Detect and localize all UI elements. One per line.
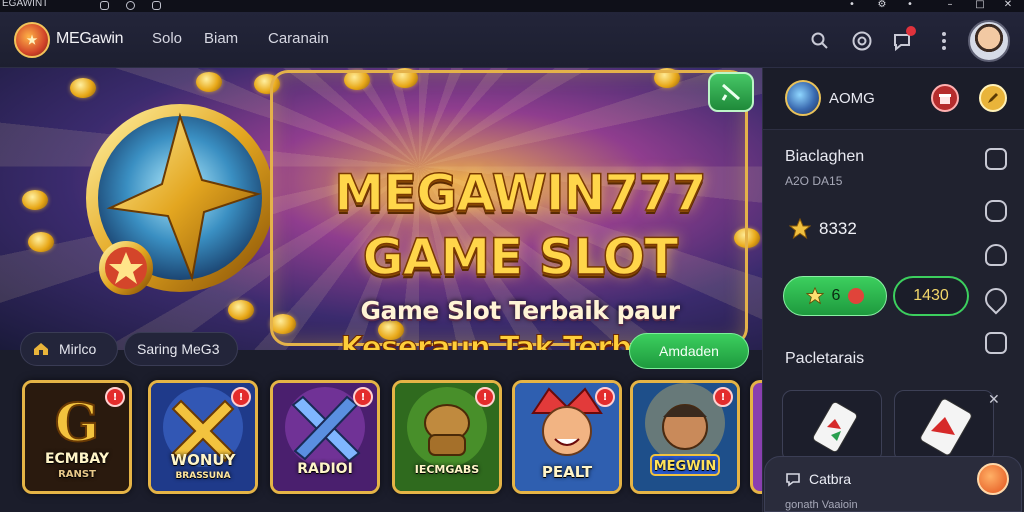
- coin-decoration: [228, 300, 254, 320]
- category-chip-label: Saring MeG3: [137, 341, 220, 357]
- star-icon: [805, 287, 824, 305]
- game-tile-partial[interactable]: [750, 380, 762, 494]
- nav-link-caranain[interactable]: Caranain: [268, 30, 329, 47]
- promo-corner-button[interactable]: [708, 72, 754, 112]
- cloud-icon[interactable]: [985, 244, 1007, 266]
- brand-logo[interactable]: ★: [14, 22, 50, 58]
- chat-subtitle: gonath Vaaioin: [785, 499, 858, 511]
- game-badge: !: [475, 387, 495, 407]
- category-chip-label: Mirlco: [59, 341, 97, 357]
- chat-send-button[interactable]: [977, 463, 1009, 495]
- chat-bubble-icon: [786, 473, 800, 487]
- panel-section-sub: A2O DA15: [785, 174, 843, 188]
- ticket-icon[interactable]: [985, 148, 1007, 170]
- game-tile[interactable]: G ECMBAY RANST !: [22, 380, 132, 494]
- stat-pill-outline[interactable]: 1430: [893, 276, 969, 316]
- game-tile-label: RADIOI: [297, 461, 353, 477]
- panel-header: AOMG: [763, 68, 1024, 130]
- points-row: 8332: [789, 218, 857, 240]
- coin-decoration: [70, 78, 96, 98]
- game-tile-label: IECMGABS: [414, 463, 480, 476]
- minimize-icon[interactable]: –: [940, 0, 960, 12]
- window-title: EGAWINT: [2, 0, 49, 9]
- card-art: [920, 398, 972, 456]
- stat-pill-green[interactable]: 6: [783, 276, 887, 316]
- window-notify-icon[interactable]: •: [900, 0, 920, 12]
- mini-card[interactable]: [782, 390, 882, 462]
- tab-icon[interactable]: [152, 1, 161, 10]
- hero-title-line1: MEGAWIN777: [334, 163, 708, 223]
- hero-subtitle-line1: Game Slot Terbaik paur: [360, 296, 680, 325]
- message-icon[interactable]: [985, 332, 1007, 354]
- gift-icon[interactable]: [931, 84, 959, 112]
- brand-name[interactable]: MEGawin: [56, 30, 124, 48]
- game-tile-label: MEGWIN: [653, 459, 717, 474]
- panel-section2-title: Pacletarais: [785, 350, 865, 367]
- panel-title: AOMG: [829, 90, 875, 107]
- window-settings-icon[interactable]: ⚙: [872, 0, 892, 12]
- mini-card[interactable]: [894, 390, 994, 462]
- maximize-icon[interactable]: □: [970, 0, 990, 12]
- hero-banner[interactable]: MEGAWIN777 GAME SLOT Game Slot Terbaik p…: [0, 68, 762, 350]
- panel-logo[interactable]: [785, 80, 821, 116]
- game-badge: !: [713, 387, 733, 407]
- window-dot-icon[interactable]: •: [842, 0, 862, 12]
- chat-title-text: Catbra: [809, 471, 852, 487]
- game-tile-sublabel: RANST: [58, 469, 96, 480]
- bell-icon[interactable]: [985, 200, 1007, 222]
- nav-link-biam[interactable]: Biam: [204, 30, 238, 47]
- category-chip-saring[interactable]: Saring MeG3: [124, 332, 238, 366]
- hero-title-line2: GAME SLOT: [362, 227, 679, 287]
- game-badge: !: [105, 387, 125, 407]
- window-titlebar: EGAWINT • ⚙ • – □ ✕: [0, 0, 1024, 12]
- game-tile-label: PEALT: [541, 463, 593, 481]
- svg-text:G: G: [55, 393, 99, 454]
- top-navbar: ★ MEGawin Solo Biam Caranain: [0, 12, 1024, 68]
- game-tile-sublabel: BRASSUNA: [175, 471, 231, 481]
- game-tile[interactable]: RADIOI !: [270, 380, 380, 494]
- game-tile-label: ECMBAY: [44, 451, 110, 467]
- game-tile[interactable]: IECMGABS !: [392, 380, 502, 494]
- stat-pill-value: 6: [831, 287, 841, 304]
- card-art: [812, 401, 858, 453]
- tab-icon[interactable]: [100, 1, 109, 10]
- home-icon: [34, 343, 48, 355]
- heart-icon[interactable]: [980, 283, 1012, 315]
- coin-decoration: [28, 232, 54, 252]
- chat-icon[interactable]: [890, 26, 916, 53]
- game-tile[interactable]: WONUY BRASSUNA !: [148, 380, 258, 494]
- game-badge: !: [353, 387, 373, 407]
- edit-icon[interactable]: [979, 84, 1007, 112]
- tab-icon[interactable]: [126, 1, 135, 10]
- game-tile-label: WONUY: [170, 451, 236, 469]
- search-icon[interactable]: [808, 29, 832, 53]
- primary-action-button[interactable]: Amdaden: [629, 333, 749, 369]
- game-tile[interactable]: MEGWIN !: [630, 380, 740, 494]
- settings-icon[interactable]: [850, 29, 874, 53]
- close-icon[interactable]: ✕: [998, 0, 1018, 12]
- star-emblem-icon: [86, 104, 270, 295]
- game-badge: !: [231, 387, 251, 407]
- user-avatar[interactable]: [968, 20, 1010, 62]
- notification-dot: [906, 26, 916, 36]
- star-icon: [789, 218, 811, 240]
- check-icon: [721, 83, 740, 101]
- coin-icon: [848, 288, 865, 304]
- category-chip-home[interactable]: Mirlco: [20, 332, 118, 366]
- game-badge: !: [595, 387, 615, 407]
- menu-dots-icon[interactable]: [932, 29, 956, 53]
- close-icon[interactable]: ✕: [988, 392, 1004, 408]
- panel-section-title: Biaclaghen: [785, 148, 865, 165]
- points-value: 8332: [819, 219, 857, 238]
- chat-widget[interactable]: Catbra gonath Vaaioin: [764, 456, 1022, 512]
- chat-title: Catbra: [785, 471, 851, 487]
- game-tile[interactable]: PEALT !: [512, 380, 622, 494]
- nav-link-solo[interactable]: Solo: [152, 30, 182, 47]
- brand-logo-mark: ★: [26, 33, 38, 47]
- coin-decoration: [196, 72, 222, 92]
- coin-decoration: [22, 190, 48, 210]
